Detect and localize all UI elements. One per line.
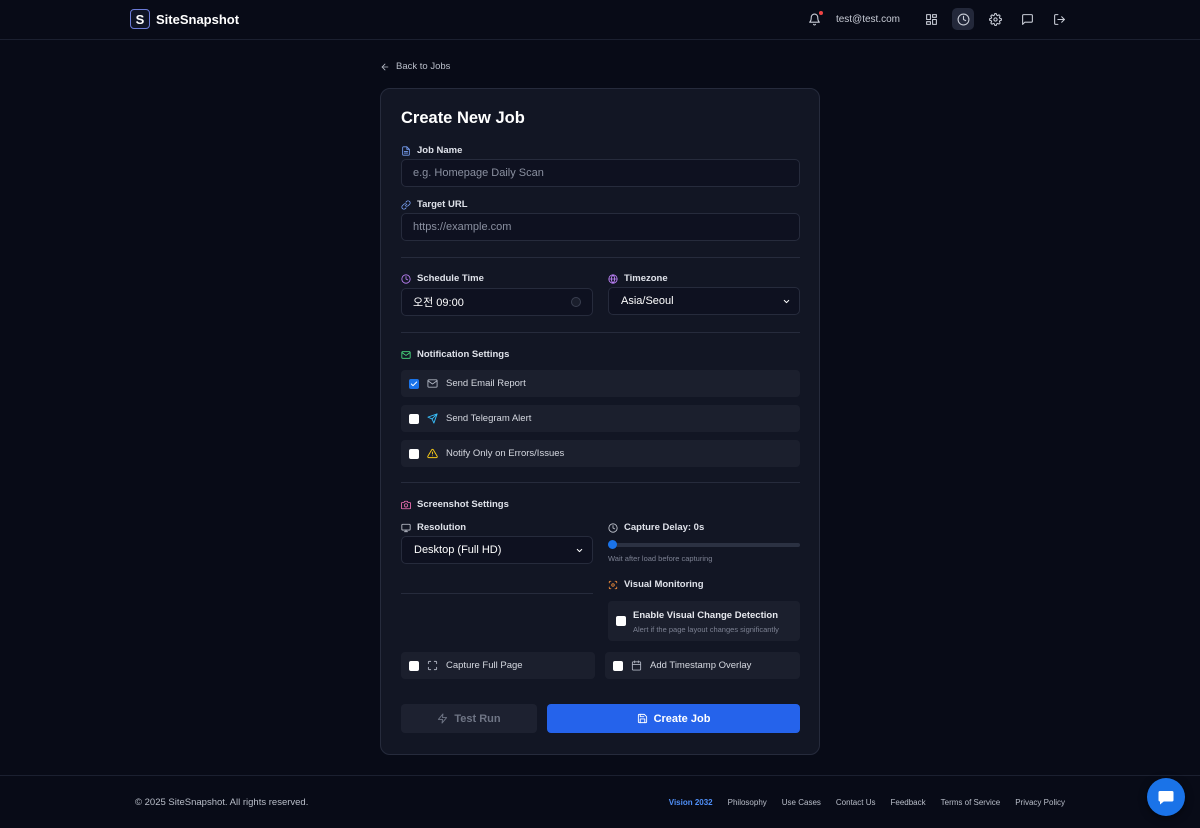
header-actions: test@test.com <box>804 8 1070 30</box>
feedback-message-icon[interactable] <box>1016 8 1038 30</box>
back-link-label: Back to Jobs <box>396 61 451 72</box>
send-email-report-checkbox[interactable] <box>409 378 419 389</box>
test-run-button[interactable]: Test Run <box>401 704 537 733</box>
timestamp-overlay-checkbox[interactable] <box>613 660 623 671</box>
top-navigation-bar: S SiteSnapshot test@test.com <box>0 0 1200 40</box>
notification-dot <box>818 11 823 15</box>
schedule-clock-icon[interactable] <box>952 8 974 30</box>
clock-icon <box>608 522 618 533</box>
job-name-label: Job Name <box>401 145 462 156</box>
timestamp-overlay-option[interactable]: Add Timestamp Overlay <box>605 652 800 679</box>
schedule-time-label: Schedule Time <box>401 273 484 284</box>
mail-icon <box>401 350 411 359</box>
footer-links: Vision 2032 Philosophy Use Cases Contact… <box>669 798 1065 807</box>
section-divider <box>401 257 800 258</box>
user-email: test@test.com <box>835 13 900 25</box>
chevron-down-icon <box>783 299 790 303</box>
chat-support-button[interactable] <box>1147 778 1185 816</box>
create-job-button[interactable]: Create Job <box>547 704 800 733</box>
settings-gear-icon[interactable] <box>984 8 1006 30</box>
scan-focus-icon <box>608 580 618 589</box>
monitor-icon <box>401 523 411 532</box>
notify-errors-checkbox[interactable] <box>409 448 419 459</box>
brand-name: SiteSnapshot <box>156 11 240 27</box>
globe-icon <box>608 273 618 284</box>
footer-link-contact[interactable]: Contact Us <box>836 798 876 807</box>
footer: © 2025 SiteSnapshot. All rights reserved… <box>0 775 1200 828</box>
brand[interactable]: S SiteSnapshot <box>130 9 239 29</box>
logout-icon[interactable] <box>1048 8 1070 30</box>
footer-link-philosophy[interactable]: Philosophy <box>728 798 767 807</box>
capture-full-page-option[interactable]: Capture Full Page <box>401 652 595 679</box>
visual-change-detection-checkbox[interactable] <box>616 616 626 626</box>
job-name-input[interactable]: e.g. Homepage Daily Scan <box>401 159 800 187</box>
clock-icon <box>401 273 411 284</box>
create-job-card: Create New Job Job Name e.g. Homepage Da… <box>380 88 820 755</box>
chevron-down-icon <box>576 548 583 552</box>
section-divider <box>401 593 593 594</box>
save-disk-icon <box>637 713 647 724</box>
schedule-time-input[interactable]: 오전 09:00 <box>401 288 593 316</box>
send-email-report-option[interactable]: Send Email Report <box>401 370 800 397</box>
checkmark-icon <box>410 381 418 386</box>
back-to-jobs-link[interactable]: Back to Jobs <box>380 61 450 72</box>
expand-frame-icon <box>427 660 438 671</box>
visual-change-detection-option[interactable]: Enable Visual Change Detection Alert if … <box>608 601 800 641</box>
timezone-label: Timezone <box>608 273 668 284</box>
chat-bubble-icon <box>1158 791 1174 805</box>
visual-change-title: Enable Visual Change Detection <box>633 610 779 621</box>
dashboard-grid-icon[interactable] <box>920 8 942 30</box>
notify-errors-option[interactable]: Notify Only on Errors/Issues <box>401 440 800 467</box>
resolution-select[interactable]: Desktop (Full HD) <box>401 536 593 564</box>
brand-logo: S <box>130 9 150 29</box>
send-telegram-alert-option[interactable]: Send Telegram Alert <box>401 405 800 432</box>
section-divider <box>401 482 800 483</box>
visual-monitoring-label: Visual Monitoring <box>608 579 704 590</box>
footer-link-privacy[interactable]: Privacy Policy <box>1015 798 1065 807</box>
footer-link-terms[interactable]: Terms of Service <box>941 798 1001 807</box>
send-arrow-icon <box>427 413 438 424</box>
footer-link-vision[interactable]: Vision 2032 <box>669 798 713 807</box>
link-icon <box>401 200 411 209</box>
copyright: © 2025 SiteSnapshot. All rights reserved… <box>135 797 309 808</box>
calendar-icon <box>631 660 642 671</box>
resolution-label: Resolution <box>401 522 466 533</box>
capture-delay-label: Capture Delay: 0s <box>608 522 704 533</box>
capture-delay-slider-thumb[interactable] <box>608 540 617 549</box>
footer-link-feedback[interactable]: Feedback <box>890 798 925 807</box>
visual-change-subtitle: Alert if the page layout changes signifi… <box>633 625 779 634</box>
capture-delay-slider[interactable] <box>608 543 800 547</box>
target-url-label: Target URL <box>401 199 468 210</box>
page-title: Create New Job <box>401 109 525 127</box>
arrow-left-icon <box>381 63 389 70</box>
time-picker-icon[interactable] <box>571 297 581 307</box>
send-telegram-alert-checkbox[interactable] <box>409 413 419 424</box>
capture-delay-hint: Wait after load before capturing <box>608 554 713 563</box>
warning-triangle-icon <box>427 448 438 459</box>
camera-icon <box>401 500 411 509</box>
notifications-bell-icon[interactable] <box>804 8 826 30</box>
capture-full-page-checkbox[interactable] <box>409 660 419 671</box>
notification-settings-label: Notification Settings <box>401 349 509 360</box>
document-icon <box>402 145 410 156</box>
target-url-input[interactable]: https://example.com <box>401 213 800 241</box>
timezone-select[interactable]: Asia/Seoul <box>608 287 800 315</box>
footer-link-use-cases[interactable]: Use Cases <box>782 798 821 807</box>
screenshot-settings-label: Screenshot Settings <box>401 499 509 510</box>
mail-icon <box>427 379 438 388</box>
lightning-icon <box>438 713 448 724</box>
section-divider <box>401 332 800 333</box>
